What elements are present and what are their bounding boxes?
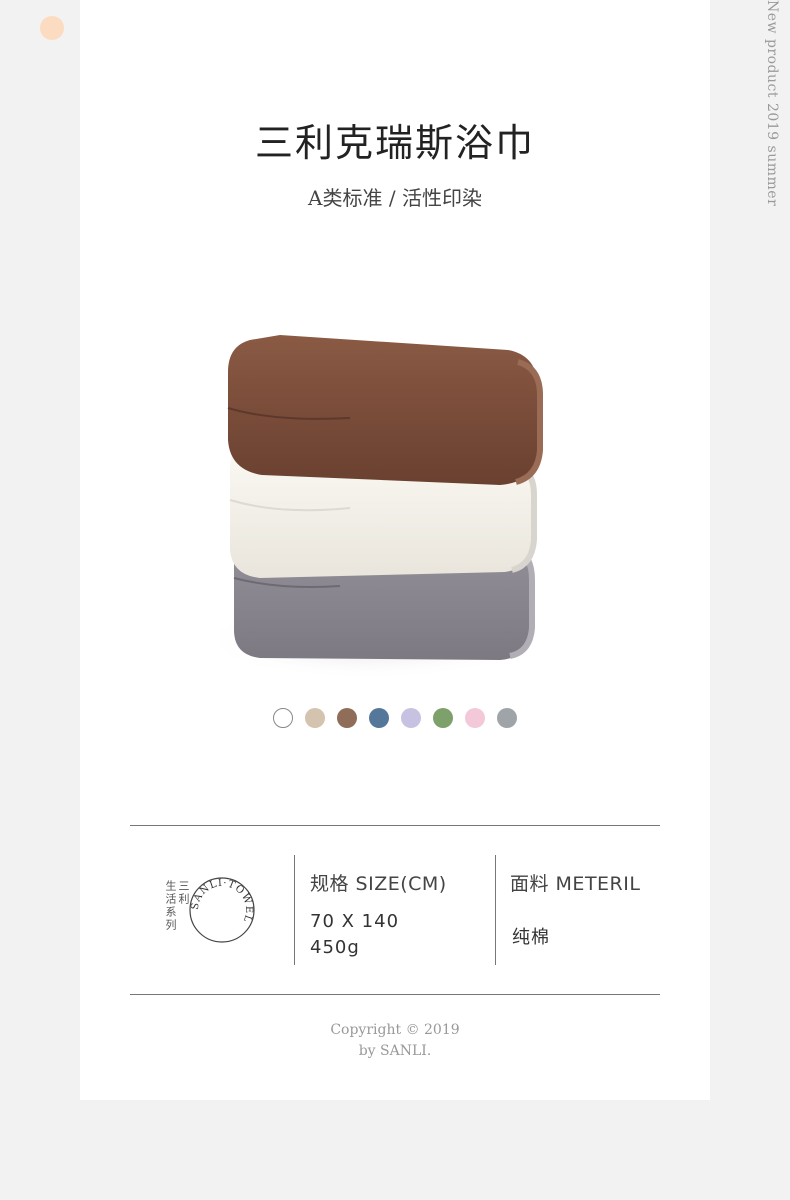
brand-series-text: 三利 生活系列 — [164, 880, 190, 950]
swatch-pink[interactable] — [465, 708, 485, 728]
swatch-green[interactable] — [433, 708, 453, 728]
weight-value: 450g — [310, 937, 360, 958]
brand-line-2: 生活系列 — [164, 880, 177, 932]
towel-stack-image — [220, 335, 543, 680]
size-label: 规格 SIZE(CM) — [310, 873, 447, 895]
divider-bottom — [130, 994, 660, 995]
swatch-gray[interactable] — [497, 708, 517, 728]
size-value: 70 X 140 — [310, 911, 400, 932]
divider-vertical-2 — [495, 855, 496, 965]
accent-dot — [40, 16, 64, 40]
product-card: 三利克瑞斯浴巾 A类标准 / 活性印染 三利 生活系列 SANLI·TOWEL … — [80, 0, 710, 1100]
product-subtitle: A类标准 / 活性印染 — [308, 186, 482, 210]
seal-text: SANLI·TOWEL — [190, 878, 253, 924]
divider-vertical-1 — [294, 855, 295, 965]
swatch-white[interactable] — [273, 708, 293, 728]
product-title: 三利克瑞斯浴巾 — [254, 121, 535, 165]
sanli-towel-seal-icon: SANLI·TOWEL — [189, 877, 255, 943]
copyright-line-2: by SANLI. — [358, 1043, 432, 1059]
side-caption: New product 2019 summer — [764, 0, 780, 207]
copyright: Copyright © 2019 by SANLI. — [80, 1020, 710, 1062]
swatch-blue[interactable] — [369, 708, 389, 728]
material-value: 纯棉 — [512, 927, 550, 948]
divider-top — [130, 825, 660, 826]
swatch-beige[interactable] — [305, 708, 325, 728]
svg-text:SANLI·TOWEL: SANLI·TOWEL — [190, 878, 254, 924]
color-swatches — [273, 708, 517, 728]
copyright-line-1: Copyright © 2019 — [330, 1022, 460, 1038]
swatch-brown[interactable] — [337, 708, 357, 728]
swatch-lavender[interactable] — [401, 708, 421, 728]
material-label: 面料 METERIL — [510, 873, 641, 895]
